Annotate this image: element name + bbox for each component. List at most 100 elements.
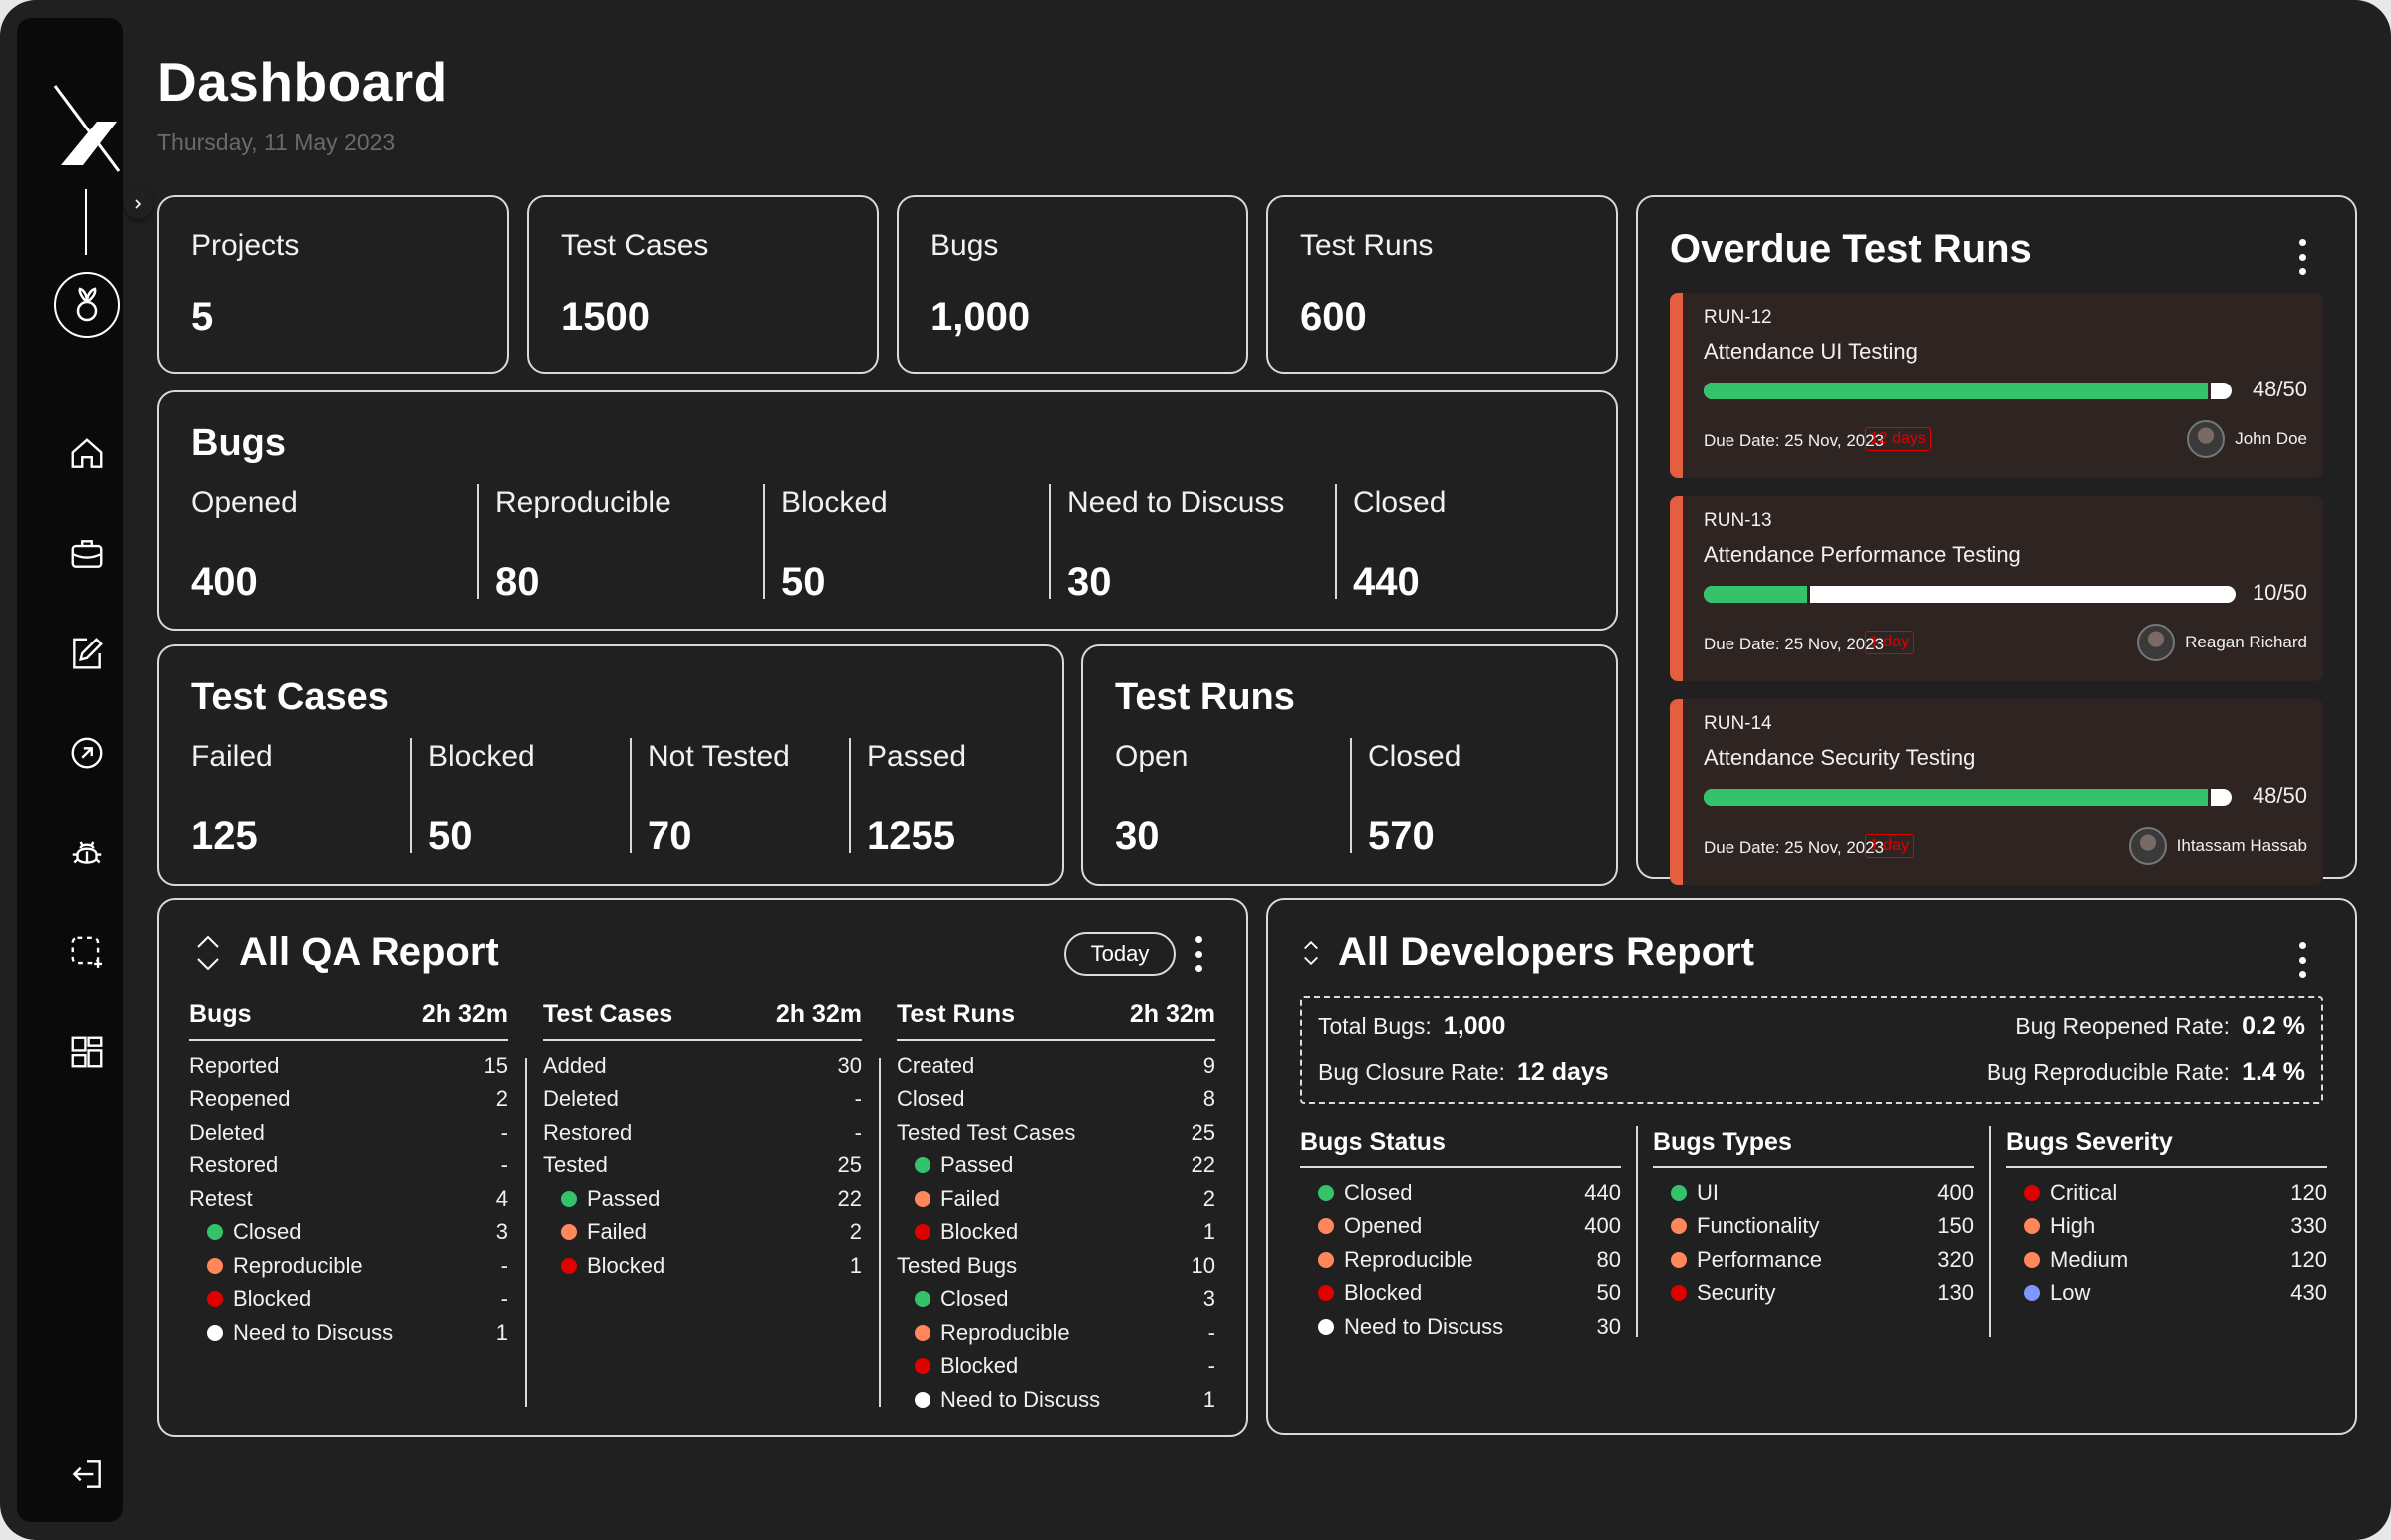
sort-toggle-icon[interactable] — [195, 933, 221, 973]
logo-divider — [85, 189, 87, 255]
qa-report-title-wrap: All QA Report — [195, 930, 499, 975]
qa-report-title: All QA Report — [239, 930, 499, 974]
test-cases-card: Test Cases Failed 125 Blocked 50 Not Teste… — [157, 644, 1064, 886]
sort-toggle-icon[interactable] — [1302, 936, 1320, 970]
list-item: Passed 22 — [543, 1182, 862, 1216]
overdue-more-icon[interactable] — [2295, 239, 2309, 275]
status-dot-icon — [1318, 1218, 1334, 1235]
column-header: Bugs Types — [1653, 1128, 1974, 1168]
run-card[interactable]: RUN-14 Attendance Security Testing 48/50… — [1670, 699, 2323, 885]
column-header: Bugs Status — [1300, 1128, 1621, 1168]
list-item-value: - — [500, 1252, 508, 1278]
avatar — [2137, 624, 2176, 661]
logout-icon — [72, 1460, 101, 1488]
list-item-label: Blocked — [915, 1219, 1018, 1245]
run-accent — [1670, 293, 1683, 478]
qa-report-more-icon[interactable] — [1192, 936, 1205, 972]
list-item-value: 1 — [1202, 1386, 1215, 1412]
qa-column-test-runs: Test Runs 2h 32m Created 9 Closed 8 Tested Te… — [897, 1000, 1215, 1416]
list-item-value: 4 — [495, 1185, 508, 1211]
list-item: Performance 320 — [1653, 1243, 1974, 1277]
stat-value: 600 — [1300, 295, 1367, 339]
list-item-value: 22 — [837, 1185, 862, 1211]
run-progress-bar — [1704, 586, 2236, 603]
run-id: RUN-12 — [1704, 307, 1772, 328]
list-item-label: Closed — [915, 1286, 1008, 1312]
run-id: RUN-14 — [1704, 713, 1772, 734]
briefcase-icon — [71, 540, 103, 568]
stat-card-test-cases[interactable]: Test Cases 1500 — [527, 195, 879, 374]
logout-button[interactable] — [67, 1454, 107, 1494]
column-rows: Reported 15 Reopened 2 Deleted - Restored - Rete… — [189, 1041, 508, 1350]
list-item-value: 2 — [1202, 1185, 1215, 1211]
dashed-square-plus-icon — [71, 936, 103, 968]
list-item-value: 1 — [849, 1252, 862, 1278]
total-bugs: Total Bugs: 1,000 — [1318, 1012, 1506, 1040]
date-filter-button[interactable]: Today — [1064, 932, 1176, 976]
run-card[interactable]: RUN-13 Attendance Performance Testing 10… — [1670, 496, 2323, 681]
list-item-label: Reproducible — [207, 1253, 363, 1279]
list-item: Added 30 — [543, 1049, 862, 1083]
workspace-icon[interactable] — [54, 272, 120, 338]
dev-column-bugs-types: Bugs Types UI 400 Functionality 150 Performa… — [1653, 1128, 1974, 1310]
dev-column-bugs-severity: Bugs Severity Critical 120 High 330 Medium 12… — [2006, 1128, 2327, 1310]
list-item-label: Performance — [1671, 1247, 1822, 1273]
overdue-title: Overdue Test Runs — [1670, 227, 2032, 271]
sidebar-item-home[interactable] — [67, 434, 107, 474]
run-overdue-badge: 1 day — [1865, 834, 1915, 858]
test-runs-metric-closed: Closed 570 — [1350, 738, 1585, 859]
list-item-value: 330 — [2290, 1213, 2327, 1239]
sidebar-item-projects[interactable] — [67, 534, 107, 574]
dev-report-more-icon[interactable] — [2295, 942, 2309, 978]
assignee-name: John Doe — [2235, 429, 2307, 448]
list-item-label: Blocked — [915, 1353, 1018, 1379]
stat-card-projects[interactable]: Projects 5 — [157, 195, 509, 374]
grid-icon — [71, 1036, 103, 1068]
list-item-value: - — [500, 1286, 508, 1312]
stat-label: Projects — [191, 229, 300, 262]
sidebar-item-dashboard[interactable] — [67, 1032, 107, 1072]
list-item-label: Closed — [1318, 1180, 1412, 1206]
bugs-card: Bugs Opened 400 Reproducible 80 Blocked 50 … — [157, 390, 1618, 631]
sidebar-expand-button[interactable] — [124, 189, 153, 219]
column-divider — [1636, 1126, 1638, 1337]
run-progress-fill — [1704, 789, 2211, 806]
status-dot-icon — [2024, 1184, 2040, 1201]
run-assignee[interactable]: Ihtassam Hassab — [2128, 827, 2307, 865]
column-header: Bugs Severity — [2006, 1128, 2327, 1168]
list-item-label: Security — [1671, 1280, 1775, 1306]
run-assignee[interactable]: Reagan Richard — [2137, 624, 2307, 661]
run-progress-text: 48/50 — [2252, 377, 2307, 401]
status-dot-icon — [915, 1190, 930, 1207]
list-item-label: Reported — [189, 1052, 280, 1078]
run-assignee[interactable]: John Doe — [2187, 420, 2307, 458]
stat-label: Bugs — [930, 229, 999, 262]
list-item-label: Opened — [1318, 1213, 1422, 1239]
status-dot-icon — [561, 1257, 577, 1274]
run-card[interactable]: RUN-12 Attendance UI Testing 48/50 Due D… — [1670, 293, 2323, 478]
sidebar-item-bugs[interactable] — [67, 833, 107, 873]
list-item: Restored - — [189, 1150, 508, 1183]
status-dot-icon — [1671, 1251, 1687, 1268]
stat-value: 5 — [191, 295, 214, 339]
status-dot-icon — [1318, 1184, 1334, 1201]
list-item: Deleted - — [189, 1116, 508, 1150]
list-item-label: Medium — [2024, 1247, 2128, 1273]
sidebar-item-test-cases[interactable] — [67, 634, 107, 673]
status-dot-icon — [1318, 1285, 1334, 1302]
status-dot-icon — [1318, 1251, 1334, 1268]
run-overdue-badge: 1 day — [1865, 631, 1915, 654]
stat-card-bugs[interactable]: Bugs 1,000 — [897, 195, 1248, 374]
stat-card-test-runs[interactable]: Test Runs 600 — [1266, 195, 1618, 374]
list-item: Medium 120 — [2006, 1243, 2327, 1277]
list-item-value: 2 — [495, 1086, 508, 1112]
list-item-value: 30 — [1596, 1313, 1621, 1339]
list-item-label: Passed — [915, 1153, 1013, 1178]
list-item-value: 1 — [495, 1319, 508, 1345]
sidebar-item-test-runs[interactable] — [67, 733, 107, 773]
list-item-value: - — [1207, 1319, 1215, 1345]
list-item: Closed 440 — [1300, 1176, 1621, 1210]
bugs-metrics: Opened 400 Reproducible 80 Blocked 50 Need … — [191, 484, 1621, 605]
sidebar-item-add-area[interactable] — [67, 932, 107, 972]
list-item-label: Created — [897, 1052, 975, 1078]
